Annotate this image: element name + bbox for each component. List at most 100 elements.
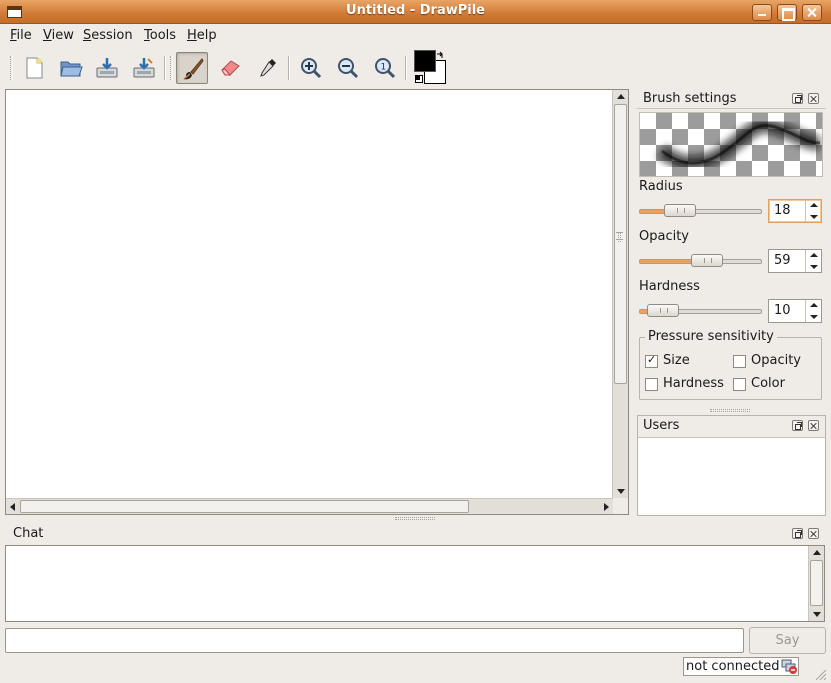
color-picker-icon xyxy=(260,59,276,77)
svg-text:1: 1 xyxy=(381,63,387,73)
pressure-color-label[interactable]: Color xyxy=(751,376,785,391)
float-dock-icon[interactable] xyxy=(792,93,803,104)
increment-icon[interactable] xyxy=(810,253,818,257)
decrement-icon[interactable] xyxy=(810,215,818,219)
pressure-hardness-label[interactable]: Hardness xyxy=(663,376,724,391)
menu-file[interactable]: File xyxy=(10,28,32,43)
swap-colors-icon[interactable] xyxy=(436,51,445,63)
pressure-size-checkbox[interactable] xyxy=(645,353,658,368)
spin-buttons[interactable] xyxy=(805,300,821,322)
decrement-icon[interactable] xyxy=(810,315,818,319)
maximize-button[interactable] xyxy=(777,4,797,21)
brush-stroke-preview xyxy=(657,118,821,171)
reset-colors-icon[interactable] xyxy=(415,75,423,83)
toolbar-grip[interactable] xyxy=(170,56,173,80)
scroll-thumb[interactable] xyxy=(810,560,823,606)
pressure-hardness-checkbox[interactable] xyxy=(645,378,658,391)
opacity-value[interactable]: 59 xyxy=(774,253,791,268)
scroll-right-icon[interactable] xyxy=(604,503,609,511)
decrement-icon[interactable] xyxy=(810,265,818,269)
open-button[interactable] xyxy=(55,52,87,84)
color-picker-tool-button[interactable] xyxy=(251,52,283,84)
canvas-vertical-scrollbar[interactable] xyxy=(612,90,628,498)
new-icon xyxy=(26,57,43,79)
title-bar: Untitled - DrawPile xyxy=(0,0,831,24)
users-list[interactable] xyxy=(638,437,825,515)
toolbar-separator xyxy=(164,56,166,80)
float-dock-icon[interactable] xyxy=(792,528,803,539)
disconnected-icon xyxy=(781,658,798,679)
save-button[interactable] xyxy=(91,52,123,84)
brush-tool-button[interactable] xyxy=(176,52,208,84)
new-button[interactable] xyxy=(18,52,50,84)
close-dock-icon[interactable] xyxy=(808,420,819,431)
menu-help[interactable]: Help xyxy=(187,28,217,43)
dock-title: Chat xyxy=(13,526,44,541)
menu-session[interactable]: Session xyxy=(83,28,133,43)
hardness-value[interactable]: 10 xyxy=(774,303,791,318)
radius-value[interactable]: 18 xyxy=(774,203,791,218)
float-dock-icon[interactable] xyxy=(792,420,803,431)
opacity-slider-handle[interactable] xyxy=(691,254,723,267)
open-icon xyxy=(60,61,83,77)
toolbar-separator xyxy=(288,56,290,80)
chat-vertical-scrollbar[interactable] xyxy=(808,546,824,621)
brush-preview xyxy=(639,112,823,177)
minimize-button[interactable] xyxy=(752,4,772,21)
dock-divider xyxy=(637,108,826,109)
close-button[interactable] xyxy=(802,4,822,21)
scroll-corner xyxy=(613,498,628,514)
chat-dock: Chat xyxy=(5,523,826,545)
scroll-thumb[interactable] xyxy=(614,104,627,384)
chat-input[interactable] xyxy=(5,628,744,653)
scroll-down-icon[interactable] xyxy=(617,489,625,494)
chat-log[interactable] xyxy=(5,545,825,622)
close-dock-icon[interactable] xyxy=(808,93,819,104)
hardness-label: Hardness xyxy=(639,279,700,294)
dock-splitter-handle[interactable] xyxy=(710,409,750,412)
menu-view[interactable]: View xyxy=(43,28,74,43)
radius-slider[interactable] xyxy=(639,209,762,214)
scroll-left-icon[interactable] xyxy=(10,503,15,511)
canvas-horizontal-scrollbar[interactable] xyxy=(6,498,613,514)
pressure-size-label[interactable]: Size xyxy=(663,353,690,368)
hardness-spinbox[interactable]: 10 xyxy=(768,299,822,323)
foreground-color-swatch[interactable] xyxy=(414,50,436,72)
opacity-label: Opacity xyxy=(639,229,690,244)
scroll-up-icon[interactable] xyxy=(813,550,821,555)
menu-tools[interactable]: Tools xyxy=(144,28,176,43)
resize-grip-icon[interactable] xyxy=(814,668,828,681)
window-title: Untitled - DrawPile xyxy=(346,3,485,18)
chat-splitter-handle[interactable] xyxy=(395,517,435,520)
pressure-opacity-label[interactable]: Opacity xyxy=(751,353,801,368)
hardness-slider-handle[interactable] xyxy=(647,304,679,317)
spin-buttons[interactable] xyxy=(805,200,821,222)
zoom-out-button[interactable] xyxy=(332,52,364,84)
scroll-down-icon[interactable] xyxy=(813,612,821,617)
menu-bar: File View Session Tools Help xyxy=(0,25,831,47)
radius-slider-handle[interactable] xyxy=(664,204,696,217)
say-button[interactable]: Say xyxy=(749,627,826,654)
scroll-up-icon[interactable] xyxy=(617,94,625,99)
dock-splitter-handle[interactable] xyxy=(618,232,621,242)
save-as-button[interactable] xyxy=(128,52,160,84)
eraser-tool-button[interactable] xyxy=(214,52,246,84)
pressure-color-checkbox[interactable] xyxy=(733,378,746,391)
brush-icon xyxy=(183,58,204,80)
scroll-thumb[interactable] xyxy=(20,500,469,513)
close-dock-icon[interactable] xyxy=(808,528,819,539)
zoom-reset-button[interactable]: 1 xyxy=(369,52,401,84)
zoom-in-button[interactable] xyxy=(295,52,327,84)
radius-spinbox[interactable]: 18 xyxy=(768,199,822,223)
zoom-reset-icon: 1 xyxy=(375,58,396,79)
increment-icon[interactable] xyxy=(810,203,818,207)
toolbar-grip[interactable] xyxy=(10,56,13,80)
zoom-in-icon xyxy=(301,58,322,79)
increment-icon[interactable] xyxy=(810,303,818,307)
toolbar-separator xyxy=(405,56,407,80)
save-as-icon xyxy=(133,58,155,78)
opacity-spinbox[interactable]: 59 xyxy=(768,249,822,273)
drawing-canvas[interactable] xyxy=(5,89,629,515)
spin-buttons[interactable] xyxy=(805,250,821,272)
pressure-opacity-checkbox[interactable] xyxy=(733,355,746,368)
